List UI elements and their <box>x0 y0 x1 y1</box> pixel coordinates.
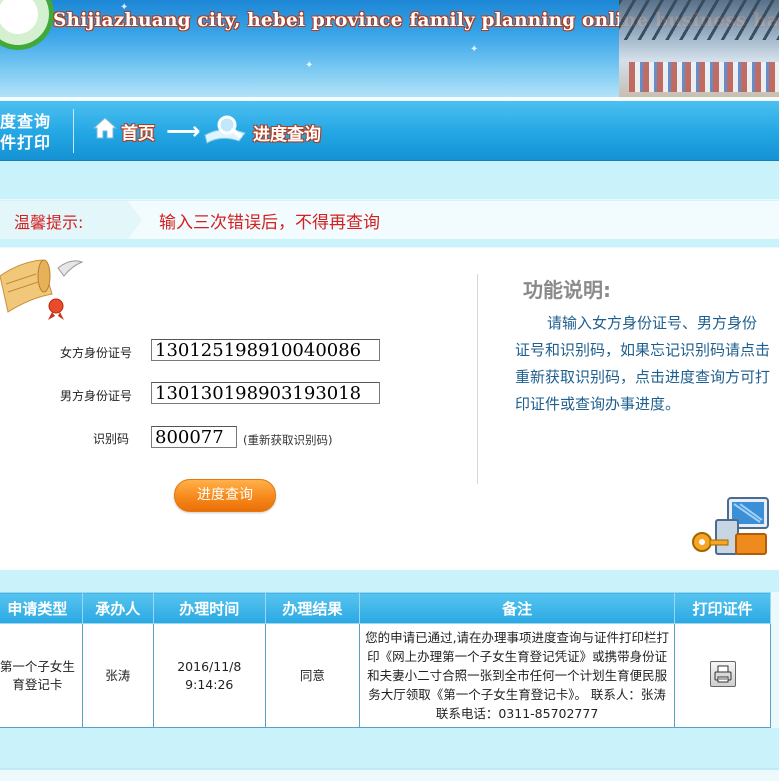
male-id-label: 男方身份证号 <box>60 389 133 403</box>
tip-message: 输入三次错误后，不得再查询 <box>159 213 380 233</box>
code-label: 识别码 <box>93 432 130 446</box>
help-text: 请输入女方身份证号、男方身份证号和识别码，如果忘记识别码请点击重新获取识别码，点… <box>515 314 771 413</box>
printer-icon <box>714 665 732 682</box>
header-banner: ✦ ✦ ✦ Shijiazhuang city, hebei province … <box>0 0 779 100</box>
tip-bar: 温馨提示: 输入三次错误后，不得再查询 <box>0 200 779 240</box>
column-header: 办理结果 <box>264 592 361 624</box>
male-id-input[interactable]: 130130198903193018 <box>151 382 380 404</box>
refresh-code-link[interactable]: (重新获取识别码) <box>243 432 332 448</box>
cell-time: 2016/11/8 9:14:26 <box>152 623 266 728</box>
table-header-row: 申请类型 承办人 办理时间 办理结果 备注 打印证件 <box>0 592 771 624</box>
nav-bar: 度查询 件打印 首页 ⟶ 进度查询 <box>0 101 779 161</box>
column-header: 申请类型 <box>0 592 83 624</box>
table-row: 第一个子女生育登记卡 张涛 2016/11/8 9:14:26 同意 您的申请已… <box>0 623 771 728</box>
breadcrumb-home-link[interactable]: 首页 <box>121 119 155 144</box>
magnifier-icon <box>204 115 246 144</box>
tip-label: 温馨提示: <box>14 213 84 232</box>
panel-divider <box>477 274 478 484</box>
cell-handler: 张涛 <box>81 623 154 728</box>
column-header: 备注 <box>359 592 676 624</box>
query-button[interactable]: 进度查询 <box>174 479 276 512</box>
stadium-image <box>619 0 779 100</box>
column-header: 承办人 <box>81 592 154 624</box>
sparkle-icon: ✦ <box>305 60 314 71</box>
results-table: 申请类型 承办人 办理时间 办理结果 备注 打印证件 第一个子女生育登记卡 张涛… <box>0 592 771 728</box>
breadcrumb-current: 进度查询 <box>253 125 321 145</box>
computer-key-icon <box>692 497 769 555</box>
home-icon[interactable] <box>93 116 117 140</box>
nav-divider <box>73 109 74 153</box>
query-panel: 女方身份证号 130125198910040086 男方身份证号 1301301… <box>0 248 779 570</box>
certificate-scroll-icon <box>0 259 84 320</box>
print-button[interactable] <box>709 660 736 687</box>
cell-result: 同意 <box>264 623 361 728</box>
column-header: 办理时间 <box>152 592 266 624</box>
sidebar-label[interactable]: 度查询 件打印 <box>0 111 51 153</box>
sparkle-icon: ✦ <box>470 44 479 55</box>
breadcrumb-arrow-icon: ⟶ <box>166 117 201 145</box>
female-id-label: 女方身份证号 <box>60 346 133 360</box>
help-title: 功能说明: <box>523 278 611 302</box>
column-header: 打印证件 <box>674 592 771 624</box>
cell-remark: 您的申请已通过,请在办理事项进度查询与证件打印栏打印《网上办理第一个子女生育登记… <box>359 623 676 728</box>
cell-print <box>674 623 771 728</box>
cell-type: 第一个子女生育登记卡 <box>0 623 83 728</box>
female-id-input[interactable]: 130125198910040086 <box>151 339 380 361</box>
code-input[interactable]: 800077 <box>151 426 237 448</box>
logo-icon <box>0 0 54 50</box>
